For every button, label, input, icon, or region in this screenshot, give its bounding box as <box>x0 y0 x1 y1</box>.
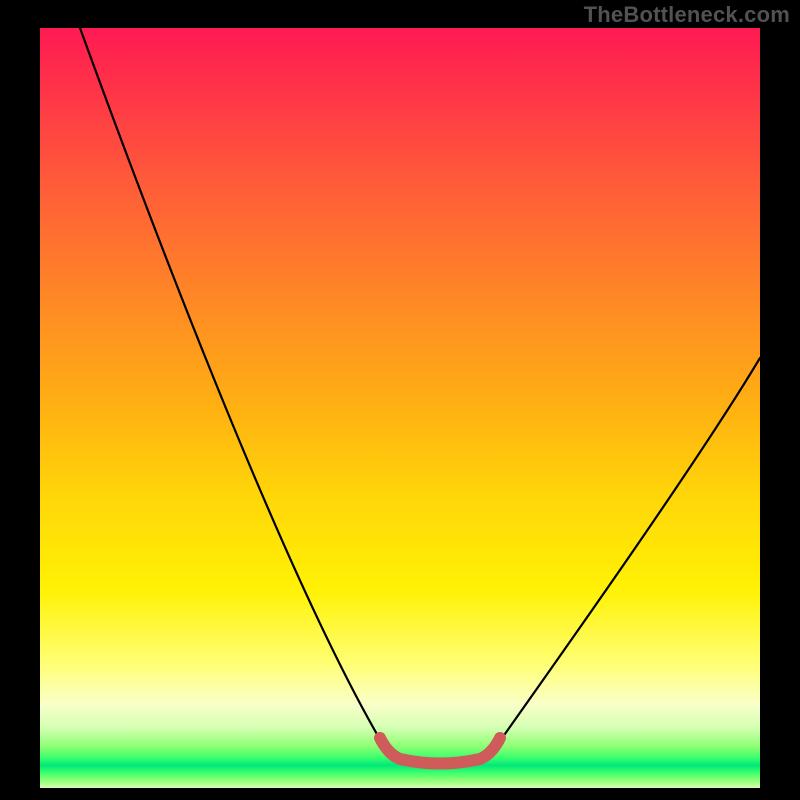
bottleneck-curve <box>40 28 760 788</box>
plot-area <box>40 28 760 788</box>
chart-root: TheBottleneck.com <box>0 0 800 800</box>
curve-valley-highlight <box>380 738 500 764</box>
curve-right-branch <box>495 358 760 748</box>
watermark-text: TheBottleneck.com <box>584 2 790 28</box>
curve-left-branch <box>80 28 385 748</box>
